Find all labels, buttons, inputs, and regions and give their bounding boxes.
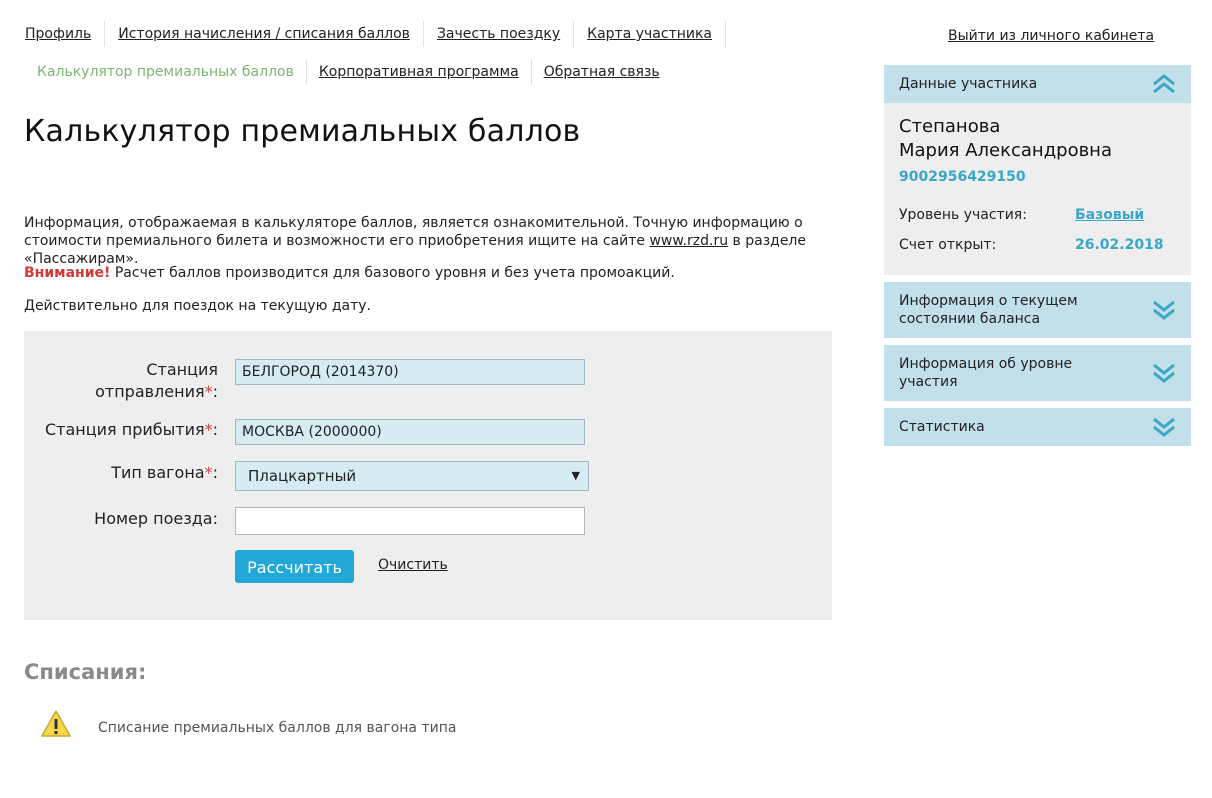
warning-notice: Внимание! Расчет баллов производится для… — [24, 265, 675, 281]
calculate-button[interactable]: Рассчитать — [235, 550, 354, 583]
page-title: Калькулятор премиальных баллов — [24, 114, 581, 149]
warning-label: Внимание! — [24, 265, 111, 281]
rzd-site-link[interactable]: www.rzd.ru — [649, 233, 728, 249]
arrival-label-text: Станция прибытия — [44, 420, 205, 439]
warning-icon — [40, 709, 72, 739]
statistics-title: Статистика — [899, 419, 985, 435]
required-mark: * — [204, 420, 213, 439]
nav-points-history[interactable]: История начисления / списания баллов — [105, 21, 424, 47]
member-name: Степанова Мария Александровна — [899, 115, 1112, 163]
level-info-header[interactable]: Информация об уровне участия — [884, 345, 1191, 401]
writeoff-message: Списание премиальных баллов для вагона т… — [98, 720, 457, 736]
chevron-double-down-icon — [1153, 300, 1175, 320]
chevron-double-up-icon — [1153, 74, 1175, 94]
info-paragraph: Информация, отображаемая в калькуляторе … — [24, 214, 844, 268]
car-type-label-text: Тип вагона — [111, 463, 205, 482]
car-type-label: Тип вагона*: — [111, 462, 218, 484]
balance-info-header[interactable]: Информация о текущем состоянии баланса — [884, 282, 1191, 338]
arrival-station-input[interactable]: МОСКВА (2000000) — [235, 419, 585, 445]
car-type-selected-value: Плацкартный — [248, 467, 357, 485]
departure-station-input[interactable]: БЕЛГОРОД (2014370) — [235, 359, 585, 385]
balance-info-title: Информация о текущем состоянии баланса — [899, 293, 1078, 327]
validity-note: Действительно для поездок на текущую дат… — [24, 298, 371, 314]
level-info-title: Информация об уровне участия — [899, 356, 1073, 390]
car-type-select[interactable]: Плацкартный ▼ — [235, 461, 589, 491]
label-colon: : — [212, 382, 218, 401]
departure-label-line2: отправления — [95, 382, 205, 401]
nav-corporate-program[interactable]: Корпоративная программа — [307, 59, 532, 85]
departure-station-label: Станция отправления*: — [95, 359, 218, 403]
dropdown-arrow-icon: ▼ — [571, 469, 580, 482]
train-number-label: Номер поезда: — [94, 509, 218, 528]
main-nav-row-2: Калькулятор премиальных баллов Корпорати… — [25, 59, 672, 85]
level-label: Уровень участия: — [899, 207, 1027, 223]
member-first-middle-name: Мария Александровна — [899, 140, 1112, 161]
nav-claim-trip[interactable]: Зачесть поездку — [424, 21, 575, 47]
account-opened-label: Счет открыт: — [899, 237, 997, 253]
member-last-name: Степанова — [899, 116, 1001, 137]
main-nav-row-1: Профиль История начисления / списания ба… — [12, 21, 727, 47]
member-card-number: 9002956429150 — [899, 169, 1026, 185]
departure-label-line1: Станция — [146, 360, 218, 379]
level-value-link[interactable]: Базовый — [1075, 207, 1144, 223]
writeoffs-title: Списания: — [24, 660, 147, 684]
chevron-double-down-icon — [1153, 417, 1175, 437]
logout-link[interactable]: Выйти из личного кабинета — [948, 28, 1154, 44]
statistics-header[interactable]: Статистика — [884, 408, 1191, 446]
calculator-form: Станция отправления*: БЕЛГОРОД (2014370)… — [24, 331, 832, 620]
member-data-title: Данные участника — [899, 76, 1038, 92]
warning-text: Расчет баллов производится для базового … — [114, 265, 675, 281]
arrival-station-label: Станция прибытия*: — [45, 419, 218, 441]
member-data-panel: Степанова Мария Александровна 9002956429… — [884, 103, 1191, 275]
member-data-header[interactable]: Данные участника — [884, 65, 1191, 103]
required-mark: * — [204, 463, 213, 482]
account-opened-date: 26.02.2018 — [1075, 237, 1164, 253]
chevron-double-down-icon — [1153, 363, 1175, 383]
nav-profile[interactable]: Профиль — [12, 21, 106, 47]
train-number-input[interactable] — [235, 507, 585, 535]
nav-member-card[interactable]: Карта участника — [574, 21, 727, 47]
nav-points-calculator[interactable]: Калькулятор премиальных баллов — [25, 59, 307, 85]
label-colon: : — [212, 463, 218, 482]
clear-link[interactable]: Очистить — [378, 557, 448, 573]
required-mark: * — [204, 382, 213, 401]
nav-feedback[interactable]: Обратная связь — [532, 59, 672, 85]
label-colon: : — [212, 420, 218, 439]
